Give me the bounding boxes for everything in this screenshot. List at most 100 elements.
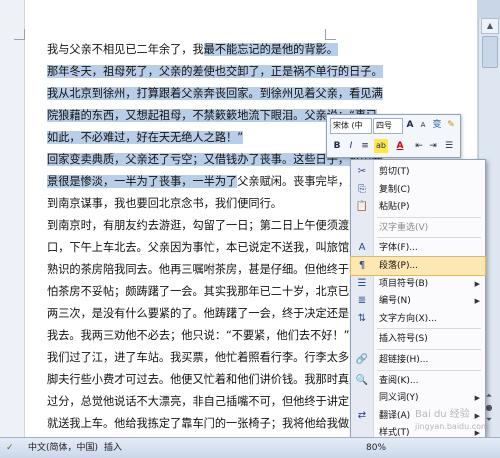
submenu-arrow-icon: ▶	[474, 279, 480, 288]
status-bar: ✓ 中文(简体，中国) 插入 80%	[0, 437, 500, 458]
text-run: 怕茶房不妥帖；颇踌躇了一会。其实我那年已二十岁，北京已来往过	[47, 285, 383, 298]
menu-separator	[377, 349, 481, 350]
shrink-font-icon[interactable]: A	[416, 118, 430, 132]
menu-separator	[377, 328, 481, 330]
context-menu-label: 粘贴(P)	[379, 202, 410, 213]
language-indicator[interactable]: 中文(简体，中国)	[28, 442, 98, 454]
highlight-icon[interactable]: ab	[374, 139, 388, 153]
text-direction-icon: ⇅	[357, 312, 367, 324]
format-painter-icon[interactable]: ✎	[444, 118, 458, 132]
context-menu: ✂ 剪切(T) ⎘ 复制(C) 📋 粘贴(P) 汉字重选(V) A 字体(F)... ¶ 段落(P)…	[350, 159, 486, 439]
hyperlink-icon: 🔗	[355, 354, 369, 365]
context-menu-item: 汉字重选(V)	[351, 219, 485, 237]
blank-icon	[355, 391, 369, 405]
scissors-icon: ✂	[357, 166, 367, 177]
selected-text: 景很是惨淡，一半为了丧事，一半为了	[47, 175, 238, 188]
text-line[interactable]: 我们过了江，进了车站。我买票，他忙着照看行李。行李太多，得向	[47, 348, 383, 368]
crop-mark-top-left	[14, 29, 25, 40]
context-menu-item[interactable]: 📋 粘贴(P)	[351, 198, 485, 216]
context-menu-label: 剪切(T)	[379, 167, 410, 177]
text-line[interactable]: 两三次，是没有什么要紧的了。他踌躇了一会，终于决定还是自己送	[47, 304, 383, 324]
copy-icon: ⎘	[358, 183, 366, 195]
context-menu-item[interactable]: ☰ 项目符号(B) ▶	[351, 275, 485, 293]
paragraph-icon: ¶	[358, 260, 366, 271]
menu-separator	[377, 369, 481, 371]
scroll-thumb[interactable]	[482, 36, 498, 68]
numbering-icon: ≣	[357, 295, 367, 307]
submenu-arrow-icon: ▶	[474, 297, 480, 306]
context-menu-label: 字体(F)...	[379, 243, 418, 254]
text-line[interactable]: 怕茶房不妥帖；颇踌躇了一会。其实我那年已二十岁，北京已来往过	[47, 282, 383, 302]
text-run: 我们过了江，进了车站。我买票，他忙着照看行李。行李太多，得向	[47, 351, 383, 364]
bold-icon[interactable]: B	[330, 139, 344, 153]
grow-font-icon[interactable]: A	[403, 118, 417, 132]
insert-mode-indicator[interactable]: 插入	[104, 442, 122, 454]
text-line[interactable]: 我与父亲不相见已二年余了，我最不能忘记的是他的背影。	[47, 40, 338, 60]
context-menu-item[interactable]: ¶ 段落(P)...	[350, 256, 486, 276]
context-menu-label: 超链接(H)...	[379, 355, 429, 365]
text-line[interactable]: 过分，总觉他说话不大漂亮，非自己插嘴不可，但他终于讲定了价钱	[47, 392, 383, 412]
text-line[interactable]: 熟识的茶房陪我同去。他再三嘱咐茶房，甚是仔细。但他终于不放心，	[47, 260, 394, 280]
text-line[interactable]: 我去。我两三劝他不必去；他只说：“不要紧，他们去不好！”	[47, 326, 349, 346]
context-menu-label: 翻译(A)	[379, 410, 411, 421]
context-menu-label: 同义词(Y)	[379, 393, 419, 404]
context-menu-label: 插入符号(S)	[379, 334, 428, 345]
blank-icon	[355, 221, 369, 235]
wen-format-icon[interactable]: 变	[430, 118, 444, 132]
context-menu-item[interactable]: ✂ 剪切(T)	[351, 163, 485, 181]
text-line[interactable]: 如此，不必难过，好在天无绝人之路！”	[47, 128, 243, 148]
watermark-line-2: jingyan.baidu.com	[415, 422, 489, 431]
text-run: 我去。我两三劝他不必去；他只说：“不要紧，他们去不好！”	[47, 329, 350, 342]
context-menu-label: 编号(N)	[379, 296, 411, 307]
text-line[interactable]: 到南京时，有朋友约去游逛，勾留了一日；第二日上午便须渡江到浦	[47, 216, 383, 236]
zoom-level[interactable]: 80%	[366, 442, 386, 454]
italic-icon[interactable]: I	[344, 139, 358, 153]
spelling-check-icon[interactable]: ✓	[6, 442, 14, 454]
submenu-arrow-icon: ▶	[474, 394, 480, 403]
font-color-icon[interactable]: A	[393, 139, 407, 153]
text-line[interactable]: 就送我上车。他给我拣定了靠车门的一张椅子；我将他给我做的紫毛	[47, 414, 383, 434]
font-icon: A	[358, 242, 366, 254]
text-run: 两三次，是没有什么要紧的了。他踌躇了一会，终于决定还是自己送	[47, 307, 383, 320]
context-menu-item[interactable]: ⇅ 文字方向(X)...	[351, 310, 485, 328]
decrease-indent-icon[interactable]: ⇤	[412, 139, 426, 153]
paste-icon: 📋	[355, 201, 369, 213]
text-run: 过分，总觉他说话不大漂亮，非自己插嘴不可，但他终于讲定了价钱	[47, 395, 383, 408]
text-run: 就送我上车。他给我拣定了靠车门的一张椅子；我将他给我做的紫毛	[47, 417, 383, 430]
baidu-watermark: Bai du 经验 jingyan.baidu.com	[415, 409, 497, 433]
text-line[interactable]: 景很是惨淡，一半为了丧事，一半为了父亲赋闲。丧事完毕，父亲	[47, 172, 371, 192]
text-line[interactable]: 口，下午上车北去。父亲因为事忙，本已说定不送我，叫旅馆里一个	[47, 238, 383, 258]
context-menu-label: 查阅(K)...	[379, 375, 419, 386]
text-line[interactable]: 脚夫行些小费才可过去。他便又忙着和他们讲价钱。我那时真是聪明	[47, 370, 383, 390]
mini-toolbar: 宋体 (中 四号 A A 变 ✎ B I ≡ ab A ⇤ ⇥ ☰	[326, 114, 461, 158]
menu-separator	[377, 237, 481, 239]
blank-icon	[355, 332, 369, 346]
context-menu-item[interactable]: ⎘ 复制(C)	[351, 181, 485, 199]
text-run: 到南京时，有朋友约去游逛，勾留了一日；第二日上午便须渡江到浦	[47, 219, 383, 232]
text-line[interactable]: 到南京谋事，我也要回北京念书，我们便同行。	[47, 194, 282, 214]
context-menu-item[interactable]: 🔗 超链接(H)...	[351, 351, 485, 369]
context-menu-item[interactable]: 同义词(Y) ▶	[351, 389, 485, 407]
context-menu-item[interactable]: 🔍 查阅(K)...	[351, 372, 485, 390]
selected-text: 那年冬天，祖母死了，父亲的差使也交卸了，正是祸不单行的日子。	[47, 65, 383, 78]
bullets-icon[interactable]: ☰	[442, 139, 456, 153]
context-menu-item[interactable]: A 字体(F)...	[351, 239, 485, 257]
text-run: 到南京谋事，我也要回北京念书，我们便同行。	[47, 197, 282, 210]
increase-indent-icon[interactable]: ⇥	[426, 139, 440, 153]
context-menu-item[interactable]: ≣ 编号(N) ▶	[351, 292, 485, 310]
translate-icon: ⇄	[357, 409, 367, 421]
scroll-up-icon[interactable]: ▲	[481, 18, 499, 34]
center-align-icon[interactable]: ≡	[358, 139, 372, 153]
context-menu-label: 复制(C)	[379, 184, 411, 195]
text-line[interactable]: 我从北京到徐州，打算跟着父亲奔丧回家。到徐州见着父亲，看见满	[47, 84, 383, 104]
font-size-box[interactable]: 四号	[373, 118, 403, 134]
context-menu-item[interactable]: 插入符号(S)	[351, 330, 485, 348]
text-line[interactable]: 那年冬天，祖母死了，父亲的差使也交卸了，正是祸不单行的日子。	[47, 62, 383, 82]
font-name-box[interactable]: 宋体 (中	[330, 118, 372, 134]
view-ruler-button[interactable]	[478, 0, 500, 19]
word-window: 我与父亲不相见已二年余了，我最不能忘记的是他的背影。那年冬天，祖母死了，父亲的差…	[0, 0, 500, 458]
selected-text: 我从北京到徐州，打算跟着父亲奔丧回家。到徐州见着父亲，看见满	[47, 87, 383, 100]
bullets-icon: ☰	[357, 277, 367, 289]
selected-text: 最不能忘记的是他的背影。	[203, 43, 338, 56]
text-run: 口，下午上车北去。父亲因为事忙，本已说定不送我，叫旅馆里一个	[47, 241, 383, 254]
